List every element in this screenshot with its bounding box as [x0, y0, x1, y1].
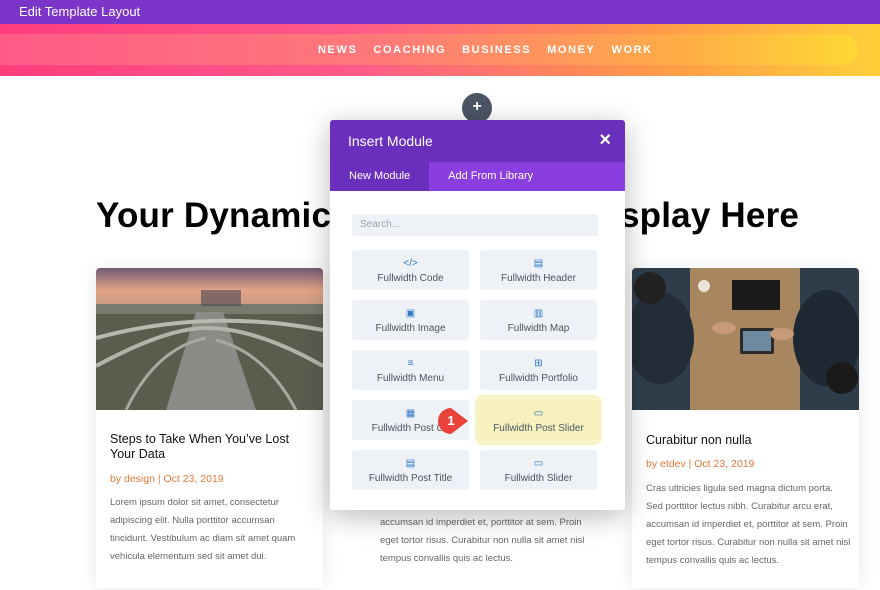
module-label: Fullwidth Map	[507, 323, 570, 334]
module-fullwidth-code[interactable]: </> Fullwidth Code	[352, 250, 469, 290]
post-excerpt: Cras ultricies ligula sed magna dictum p…	[646, 483, 851, 566]
module-fullwidth-slider[interactable]: ▭ Fullwidth Slider	[480, 450, 597, 490]
module-fullwidth-map[interactable]: ▥ Fullwidth Map	[480, 300, 597, 340]
post-excerpt: accumsan id imperdiet et, porttitor at s…	[380, 517, 585, 564]
nav-item-news[interactable]: NEWS	[318, 44, 357, 56]
module-label: Fullwidth Slider	[504, 473, 573, 484]
module-label: Fullwidth Menu	[376, 373, 445, 384]
step-badge: 1	[437, 407, 469, 435]
module-label: Fullwidth Portfolio	[499, 373, 578, 384]
dialog-tabs: New Module Add From Library	[330, 162, 625, 191]
module-label: Fullwidth Image	[375, 323, 446, 334]
dialog-title: Insert Module	[348, 133, 433, 149]
step-number: 1	[447, 413, 455, 428]
nav-menu: NEWS COACHING BUSINESS MONEY WORK	[318, 34, 653, 65]
header-icon: ▤	[533, 258, 544, 269]
post-title[interactable]: Curabitur non nulla	[646, 433, 851, 448]
search-input[interactable]: Search...	[352, 214, 598, 236]
module-fullwidth-menu[interactable]: ≡ Fullwidth Menu	[352, 350, 469, 390]
module-fullwidth-post-slider[interactable]: ▭ Fullwidth Post Slider	[480, 400, 597, 440]
post-card-right: Curabitur non nulla by etdev | Oct 23, 2…	[632, 268, 859, 588]
add-row-button[interactable]: +	[462, 93, 492, 123]
tab-new-module[interactable]: New Module	[330, 162, 430, 191]
module-fullwidth-header[interactable]: ▤ Fullwidth Header	[480, 250, 597, 290]
meeting-image	[632, 268, 859, 410]
menu-icon: ≡	[407, 358, 414, 369]
nav-item-business[interactable]: BUSINESS	[462, 44, 531, 56]
nav-pill: NEWS COACHING BUSINESS MONEY WORK	[0, 34, 858, 65]
module-label: Fullwidth Post Slider	[493, 423, 584, 434]
module-fullwidth-image[interactable]: ▣ Fullwidth Image	[352, 300, 469, 340]
code-icon: </>	[403, 258, 418, 269]
insert-module-dialog: Insert Module × New Module Add From Libr…	[330, 120, 625, 510]
slider-icon: ▭	[533, 458, 544, 469]
nav-item-money[interactable]: MONEY	[547, 44, 595, 56]
top-bar: Edit Template Layout	[0, 0, 880, 24]
module-label: Fullwidth Code	[377, 273, 444, 284]
highway-image	[96, 268, 323, 411]
module-label: Fullwidth Post Title	[368, 473, 453, 484]
tab-add-from-library[interactable]: Add From Library	[429, 162, 552, 191]
module-fullwidth-post-title[interactable]: ▤ Fullwidth Post Title	[352, 450, 469, 490]
dialog-header: Insert Module ×	[330, 120, 625, 162]
post-meta[interactable]: by design | Oct 23, 2019	[110, 473, 224, 485]
post-card-left: Steps to Take When You’ve Lost Your Data…	[96, 268, 323, 588]
post-excerpt: Lorem ipsum dolor sit amet, consectetur …	[110, 497, 296, 562]
nav-bar: NEWS COACHING BUSINESS MONEY WORK	[0, 24, 880, 76]
post-slider-icon: ▭	[533, 408, 544, 419]
nav-item-work[interactable]: WORK	[612, 44, 653, 56]
map-icon: ▥	[533, 308, 544, 319]
module-label: Fullwidth Header	[500, 273, 577, 284]
module-fullwidth-portfolio[interactable]: ⊞ Fullwidth Portfolio	[480, 350, 597, 390]
post-title[interactable]: Steps to Take When You’ve Lost Your Data	[110, 432, 315, 462]
post-meta[interactable]: by etdev | Oct 23, 2019	[646, 458, 754, 470]
close-icon[interactable]: ×	[599, 129, 611, 152]
image-icon: ▣	[405, 308, 416, 319]
page-title-left: Your Dynamic	[96, 196, 332, 235]
nav-item-coaching[interactable]: COACHING	[373, 44, 446, 56]
page-title-right: splay Here	[620, 196, 800, 235]
portfolio-icon: ⊞	[534, 358, 543, 369]
post-title-icon: ▤	[405, 458, 416, 469]
top-bar-title: Edit Template Layout	[19, 4, 141, 19]
